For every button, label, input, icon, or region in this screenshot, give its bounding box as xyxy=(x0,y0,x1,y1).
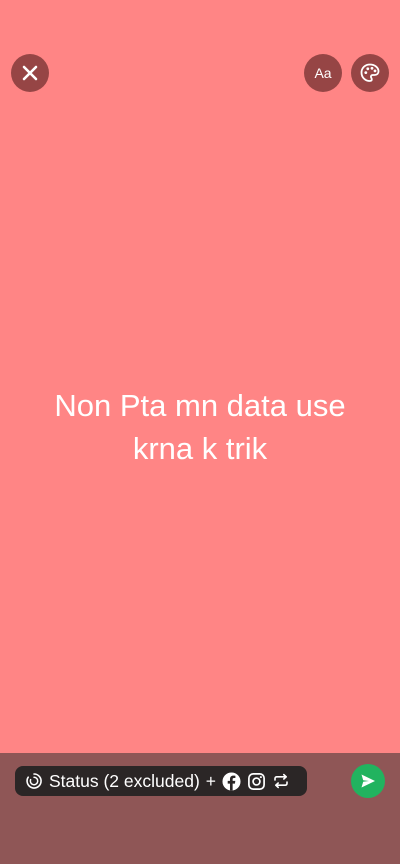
facebook-icon xyxy=(222,771,241,791)
send-button[interactable] xyxy=(351,764,385,798)
audience-label: Status (2 excluded) xyxy=(49,770,200,791)
text-style-label: Aa xyxy=(314,65,332,81)
close-icon xyxy=(22,65,38,81)
audience-plus: + xyxy=(205,770,217,791)
status-icon xyxy=(25,772,43,790)
bottom-bar: Status (2 excluded) + xyxy=(0,753,400,864)
instagram-icon xyxy=(247,772,266,791)
palette-icon xyxy=(359,62,381,84)
status-text[interactable]: Non Pta mn data use krna k trik xyxy=(20,384,380,470)
text-style-button[interactable]: Aa xyxy=(304,54,342,92)
close-button[interactable] xyxy=(11,54,49,92)
color-palette-button[interactable] xyxy=(351,54,389,92)
send-icon xyxy=(359,772,377,790)
repost-icon xyxy=(272,772,290,790)
audience-selector[interactable]: Status (2 excluded) + xyxy=(15,766,307,796)
